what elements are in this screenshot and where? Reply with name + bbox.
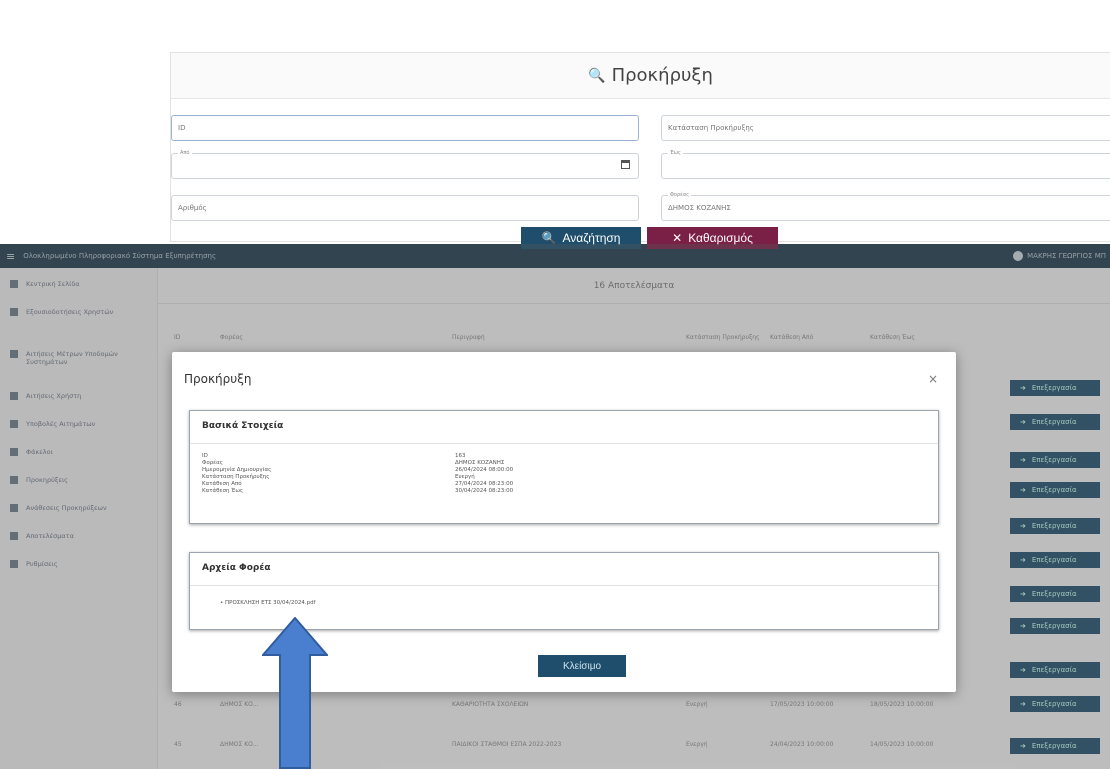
status-field[interactable]: Κατάσταση Προκήρυξης [661,115,1110,141]
value-id: 163 [455,453,466,459]
basic-info-title: Βασικά Στοιχεία [202,421,284,431]
divider [190,443,938,444]
search-icon: 🔍 [588,67,606,84]
file-link[interactable]: • ΠΡΟΣΚΛΗΣΗ ΕΤΣ 30/04/2024.pdf [220,600,316,606]
label-id: ID [202,453,208,459]
id-field[interactable]: ID [171,115,639,141]
calendar-icon[interactable] [621,160,630,169]
value-to: 30/04/2024 08:23:00 [455,488,514,494]
close-icon: ✕ [672,231,683,245]
close-icon[interactable]: × [928,372,938,386]
search-title: Προκήρυξη [611,65,713,86]
carrier-files-title: Αρχεία Φορέα [202,563,271,573]
value-status: Ενεργή [455,474,475,480]
value-from: 27/04/2024 08:23:00 [455,481,514,487]
label-created: Ημερομηνία Δημιουργίας [202,467,272,473]
divider [190,585,938,586]
search-icon: 🔍 [541,231,557,245]
value-created: 26/04/2024 08:00:00 [455,467,514,473]
value-carrier: ΔΗΜΟΣ ΚΟΖΑΝΗΣ [455,460,505,466]
label-to: Κατάθεση Έως [202,488,244,494]
basic-info-panel: Βασικά Στοιχεία ID Φορέας Ημερομηνία Δημ… [189,410,939,524]
annotation-arrow-icon [262,617,328,769]
close-button[interactable]: Κλείσιμο [538,655,626,677]
search-card-header: 🔍 Προκήρυξη [171,53,1110,99]
to-date-field[interactable]: Έως [661,150,1110,179]
from-date-field[interactable]: Από [171,150,639,179]
search-card: 🔍 Προκήρυξη ID Κατάσταση Προκήρυξης Από … [170,52,1110,242]
label-status: Κατάσταση Προκήρυξης [202,474,270,480]
number-field[interactable]: Αριθμός [171,195,639,221]
label-from: Κατάθεση Από [202,481,242,487]
carrier-select[interactable]: Φορέας ΔΗΜΟΣ ΚΟΖΑΝΗΣ × [661,192,1110,221]
search-area: 🔍 Προκήρυξη ID Κατάσταση Προκήρυξης Από … [0,0,1110,244]
modal-title: Προκήρυξη [184,372,252,386]
label-carrier: Φορέας [202,460,224,466]
